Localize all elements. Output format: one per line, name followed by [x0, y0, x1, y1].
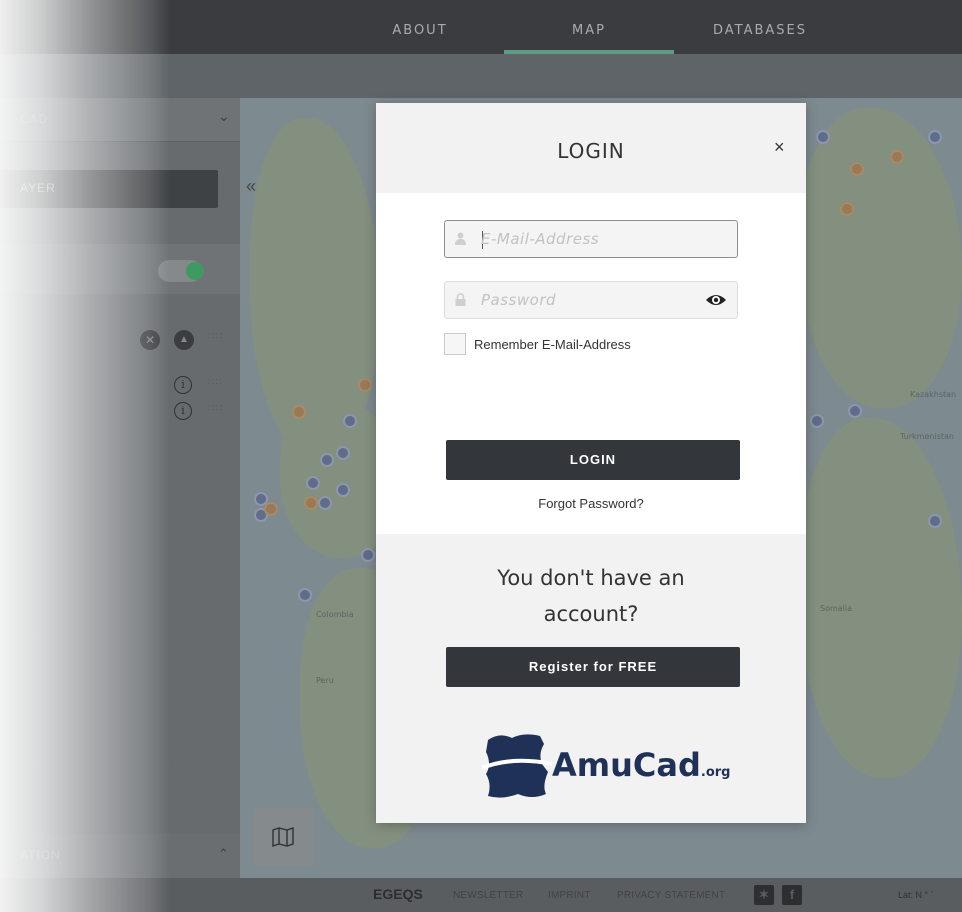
footer-link-newsletter[interactable]: NEWSLETTER	[453, 890, 523, 901]
map-marker[interactable]	[306, 476, 320, 490]
user-icon	[455, 232, 466, 245]
modal-title: LOGIN	[557, 139, 625, 163]
map-marker[interactable]	[361, 548, 375, 562]
map-marker[interactable]	[848, 404, 862, 418]
lock-icon	[455, 293, 466, 306]
map-label: Kazakhstan	[910, 390, 957, 399]
login-button[interactable]: LOGIN	[446, 440, 740, 480]
remove-layer-icon[interactable]: ✕	[140, 330, 160, 350]
map-marker[interactable]	[292, 405, 306, 419]
nav-item-about[interactable]: ABOUT	[360, 0, 480, 54]
map-marker[interactable]	[318, 496, 332, 510]
map-label: Peru	[316, 676, 334, 685]
info-icon[interactable]: i	[174, 402, 192, 420]
map-label: Somalia	[820, 604, 853, 613]
add-layer-label: AYER	[20, 181, 56, 195]
left-panel: CAD ⌄ AYER ✕ ▲ ∷∷ i ∷∷ i ∷∷ ATION ⌃	[0, 98, 240, 878]
map-marker[interactable]	[810, 414, 824, 428]
footer-brand[interactable]: EGEQS	[373, 886, 423, 902]
amucad-logo-text: AmuCad.org	[552, 746, 730, 784]
map-marker[interactable]	[850, 162, 864, 176]
map-land	[800, 418, 962, 778]
map-marker[interactable]	[890, 150, 904, 164]
modal-header: LOGIN ×	[376, 103, 806, 193]
chevron-up-icon[interactable]: ▲	[174, 330, 194, 350]
map-marker[interactable]	[320, 453, 334, 467]
info-icon[interactable]: i	[174, 376, 192, 394]
map-icon	[272, 827, 294, 847]
drag-handle-icon[interactable]: ∷∷	[208, 378, 224, 393]
password-field[interactable]	[444, 281, 738, 319]
panel-select-label: CAD	[20, 112, 49, 126]
map-marker[interactable]	[928, 130, 942, 144]
remember-checkbox[interactable]	[444, 333, 466, 355]
top-nav: ABOUT MAP DATABASES	[0, 0, 962, 54]
panel-select[interactable]: CAD ⌄	[0, 98, 240, 142]
amucad-logo[interactable]: AmuCad.org	[482, 730, 730, 800]
toggle-knob	[186, 262, 204, 280]
map-marker[interactable]	[840, 202, 854, 216]
map-marker[interactable]	[816, 130, 830, 144]
login-modal: LOGIN × Remember E-Mail-Address LOGIN Fo…	[376, 103, 806, 823]
lat-lon-readout: Lat: N ° ´	[898, 890, 934, 900]
panel-bottom-label: ATION	[20, 848, 61, 862]
register-section: You don't have an account? Register for …	[376, 534, 806, 823]
chevron-down-icon[interactable]: ⌄	[218, 108, 230, 125]
footer-link-privacy[interactable]: PRIVACY STATEMENT	[617, 890, 725, 901]
nav-item-map[interactable]: MAP	[504, 0, 674, 54]
layer-toggle-row	[0, 244, 240, 294]
footer-link-imprint[interactable]: IMPRINT	[548, 890, 591, 901]
register-button[interactable]: Register for FREE	[446, 647, 740, 687]
map-marker[interactable]	[264, 502, 278, 516]
map-marker[interactable]	[358, 378, 372, 392]
map-land	[800, 108, 962, 408]
map-view-button[interactable]	[253, 808, 313, 866]
twitter-icon[interactable]: ✶	[754, 885, 774, 905]
drag-handle-icon[interactable]: ∷∷	[208, 332, 224, 347]
panel-bottom-section[interactable]: ATION ⌃	[0, 834, 240, 878]
facebook-icon[interactable]: f	[782, 885, 802, 905]
map-label: Turkmenistan	[900, 432, 954, 441]
close-icon[interactable]: ×	[774, 137, 785, 158]
add-layer-button[interactable]: AYER	[0, 170, 218, 208]
drag-handle-icon[interactable]: ∷∷	[208, 404, 224, 419]
map-marker[interactable]	[343, 414, 357, 428]
sub-bar	[0, 54, 962, 98]
brand-name: AmuCad	[552, 746, 701, 784]
brand-tld: .org	[700, 765, 731, 780]
map-marker[interactable]	[928, 514, 942, 528]
footer: EGEQS NEWSLETTER IMPRINT PRIVACY STATEME…	[0, 878, 962, 912]
chevron-up-icon[interactable]: ⌃	[218, 846, 229, 862]
remember-label[interactable]: Remember E-Mail-Address	[474, 337, 631, 352]
amucad-logo-icon	[482, 734, 552, 798]
email-input[interactable]	[481, 221, 701, 257]
map-marker[interactable]	[336, 446, 350, 460]
map-marker[interactable]	[336, 483, 350, 497]
forgot-password-link[interactable]: Forgot Password?	[376, 496, 806, 511]
collapse-panel-icon[interactable]: «	[246, 176, 256, 197]
email-field[interactable]	[444, 220, 738, 258]
password-input[interactable]	[481, 282, 701, 318]
nav-item-databases[interactable]: DATABASES	[690, 0, 830, 54]
no-account-text: You don't have an account?	[497, 566, 685, 626]
map-marker[interactable]	[304, 496, 318, 510]
eye-icon[interactable]	[705, 291, 727, 309]
map-label: Colombia	[316, 610, 354, 619]
map-marker[interactable]	[298, 588, 312, 602]
